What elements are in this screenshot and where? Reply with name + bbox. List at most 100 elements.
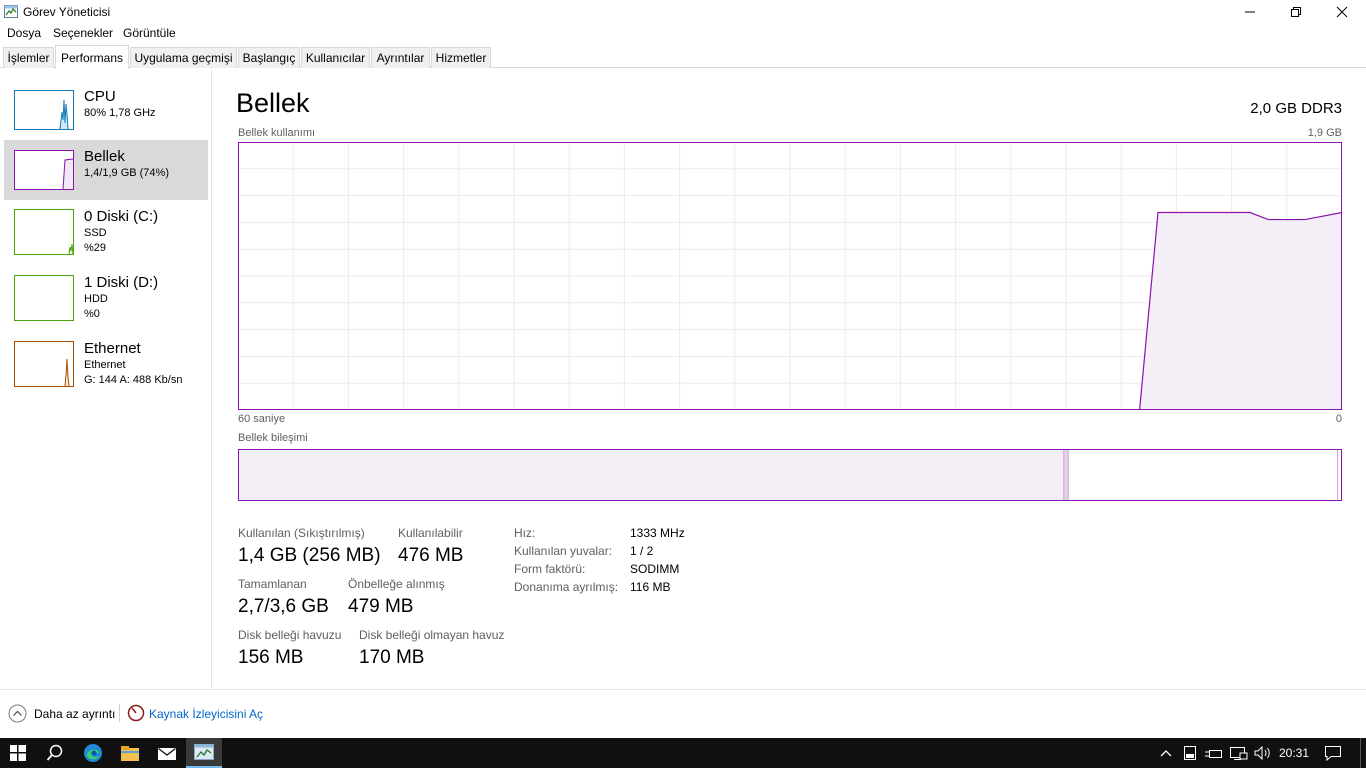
- memory-composition-bar: [238, 449, 1342, 501]
- disk-c-thumbnail-graph: [14, 209, 74, 255]
- taskbar: 20:31: [0, 738, 1366, 768]
- tablet-icon: [1184, 746, 1196, 760]
- title-bar: Görev Yöneticisi: [0, 0, 1366, 23]
- tray-volume[interactable]: [1252, 738, 1274, 768]
- sidebar-item-ethernet[interactable]: Ethernet Ethernet G: 144 A: 488 Kb/sn: [4, 336, 208, 398]
- sidebar-disk-d-usage: %0: [84, 308, 100, 320]
- menu-goruntule[interactable]: Görüntüle: [123, 26, 176, 40]
- stat-cached-value: 479 MB: [348, 596, 414, 617]
- tab-islemler[interactable]: İşlemler: [3, 47, 54, 68]
- sidebar-item-disk-d[interactable]: 1 Diski (D:) HDD %0: [4, 270, 208, 332]
- stat-in-use-label: Kullanılan (Sıkıştırılmış): [238, 526, 365, 540]
- power-icon: [1205, 750, 1222, 758]
- tab-hizmetler[interactable]: Hizmetler: [431, 47, 491, 68]
- sidebar-ethernet-title: Ethernet: [84, 340, 141, 357]
- tab-performans[interactable]: Performans: [55, 45, 129, 69]
- footer-bar: Daha az ayrıntı Kaynak İzleyicisini Aç: [0, 700, 1366, 728]
- sidebar-cpu-title: CPU: [84, 88, 116, 105]
- tab-uygulama-gecmisi[interactable]: Uygulama geçmişi: [130, 47, 237, 68]
- stat-nonpaged-pool-label: Disk belleği olmayan havuz: [359, 628, 505, 642]
- memory-spec: 2,0 GB DDR3: [1250, 100, 1342, 117]
- sidebar-item-disk-c[interactable]: 0 Diski (C:) SSD %29: [4, 204, 208, 266]
- sidebar-disk-c-type: SSD: [84, 227, 107, 239]
- sidebar-ethernet-adapter: Ethernet: [84, 359, 126, 371]
- prop-form-factor-label: Form faktörü:: [514, 562, 586, 576]
- chevron-up-circle-icon[interactable]: [8, 704, 27, 723]
- edge-icon: [84, 744, 102, 762]
- restore-icon: [1291, 6, 1301, 17]
- notification-icon: [1325, 746, 1341, 761]
- windows-start-icon: [10, 745, 26, 761]
- sidebar-ethernet-throughput: G: 144 A: 488 Kb/sn: [84, 374, 183, 386]
- tab-kullanicilar[interactable]: Kullanıcılar: [301, 47, 370, 68]
- show-desktop-divider[interactable]: [1360, 738, 1361, 768]
- tray-tablet[interactable]: [1180, 738, 1200, 768]
- taskbar-search-button[interactable]: [37, 738, 73, 768]
- taskbar-file-explorer[interactable]: [112, 738, 148, 768]
- resource-sidebar: CPU 80% 1,78 GHz Bellek 1,4/1,9 GB (74%)…: [0, 68, 212, 688]
- sidebar-cpu-detail: 80% 1,78 GHz: [84, 107, 156, 119]
- prop-reserved-label: Donanıma ayrılmış:: [514, 580, 619, 594]
- stat-cached-label: Önbelleğe alınmış: [348, 577, 445, 591]
- taskbar-edge[interactable]: [75, 738, 111, 768]
- tray-network[interactable]: [1228, 738, 1250, 768]
- minimize-button[interactable]: [1227, 0, 1273, 23]
- prop-speed-value: 1333 MHz: [630, 526, 685, 540]
- stat-paged-pool-value: 156 MB: [238, 647, 304, 668]
- ethernet-thumbnail-graph: [14, 341, 74, 387]
- menu-secenekler[interactable]: Seçenekler: [53, 26, 113, 40]
- usage-chart-label: Bellek kullanımı: [238, 127, 316, 139]
- prop-slots-value: 1 / 2: [630, 544, 654, 558]
- action-center-button[interactable]: [1322, 738, 1344, 768]
- chart-time-right: 0: [1335, 413, 1342, 425]
- cpu-thumbnail-graph: [14, 90, 74, 130]
- prop-form-factor-value: SODIMM: [630, 562, 680, 576]
- sidebar-memory-detail: 1,4/1,9 GB (74%): [84, 167, 169, 179]
- menu-dosya[interactable]: Dosya: [7, 26, 41, 40]
- minimize-icon: [1245, 11, 1255, 12]
- start-button[interactable]: [0, 738, 36, 768]
- task-manager-app-icon: [4, 5, 18, 18]
- restore-button[interactable]: [1273, 0, 1319, 23]
- stat-committed-label: Tamamlanan: [238, 577, 307, 591]
- tab-baslangic[interactable]: Başlangıç: [238, 47, 300, 68]
- stat-nonpaged-pool-value: 170 MB: [359, 647, 425, 668]
- search-icon: [46, 744, 63, 761]
- menu-bar: Dosya Seçenekler Görüntüle: [0, 23, 1366, 43]
- memory-thumbnail-graph: [14, 150, 74, 190]
- taskbar-task-manager[interactable]: [186, 738, 222, 768]
- sidebar-item-cpu[interactable]: CPU 80% 1,78 GHz: [4, 80, 208, 136]
- open-resource-monitor-link[interactable]: Kaynak İzleyicisini Aç: [149, 707, 263, 721]
- close-button[interactable]: [1319, 0, 1365, 23]
- footer-divider: [119, 704, 120, 722]
- close-icon: [1336, 6, 1348, 17]
- stat-available-value: 476 MB: [398, 545, 464, 566]
- stat-in-use-value: 1,4 GB (256 MB): [238, 545, 381, 566]
- sidebar-disk-c-usage: %29: [84, 242, 107, 254]
- usage-chart-max: 1,9 GB: [1307, 127, 1342, 139]
- prop-slots-label: Kullanılan yuvalar:: [514, 544, 613, 558]
- sidebar-disk-c-title: 0 Diski (C:): [84, 208, 159, 225]
- sidebar-memory-title: Bellek: [84, 148, 125, 165]
- prop-reserved-value: 116 MB: [630, 580, 671, 594]
- composition-label: Bellek bileşimi: [238, 432, 308, 444]
- stat-committed-value: 2,7/3,6 GB: [238, 596, 329, 617]
- sidebar-item-memory[interactable]: Bellek 1,4/1,9 GB (74%): [4, 140, 208, 200]
- stat-available-label: Kullanılabilir: [398, 526, 463, 540]
- taskbar-clock[interactable]: 20:31: [1276, 738, 1312, 768]
- chart-time-left: 60 saniye: [238, 413, 286, 425]
- tray-overflow-button[interactable]: [1156, 738, 1176, 768]
- panel-title: Bellek: [236, 88, 310, 118]
- task-manager-icon: [194, 744, 214, 760]
- tray-power[interactable]: [1203, 738, 1225, 768]
- volume-icon: [1254, 746, 1270, 760]
- composition-in-use: [238, 449, 1064, 501]
- tab-ayrintilar[interactable]: Ayrıntılar: [371, 47, 430, 68]
- taskbar-mail[interactable]: [149, 738, 185, 768]
- memory-usage-chart: [238, 142, 1342, 410]
- file-explorer-icon: [121, 746, 139, 761]
- chevron-up-icon: [1160, 750, 1172, 757]
- sidebar-disk-d-title: 1 Diski (D:): [84, 274, 159, 291]
- fewer-details-link[interactable]: Daha az ayrıntı: [34, 707, 115, 721]
- sidebar-disk-d-type: HDD: [84, 293, 108, 305]
